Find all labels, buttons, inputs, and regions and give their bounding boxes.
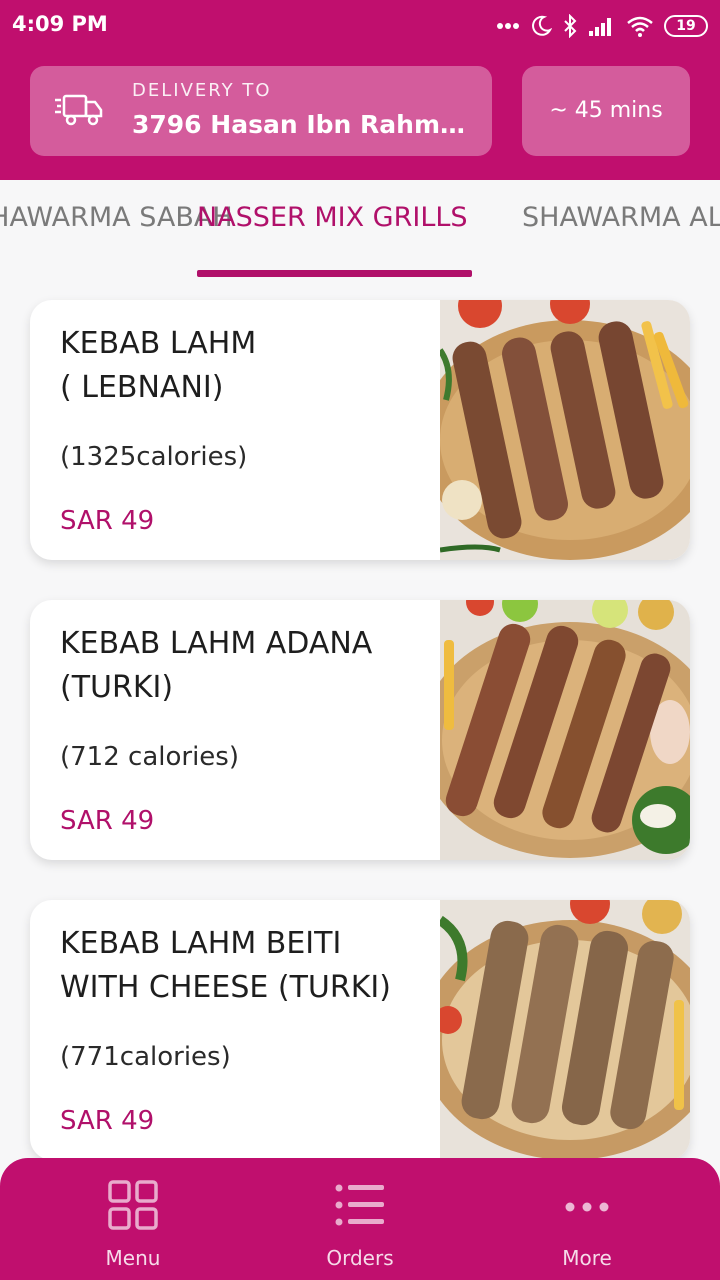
menu-item-price: SAR 49 [60,806,155,836]
menu-item-price: SAR 49 [60,506,155,536]
delivery-truck-icon [55,94,103,126]
delivery-address: 3796 Hasan Ibn Rahmah [132,110,472,139]
bluetooth-icon [564,14,577,38]
kebab-photo [440,600,690,860]
signal-icon [589,18,611,36]
menu-item-price: SAR 49 [60,1106,155,1136]
status-icons: 19 [496,12,708,40]
active-tab-indicator [197,270,472,277]
menu-item-card[interactable]: KEBAB LAHM ( LEBNANI) (1325calories) SAR… [30,300,690,560]
nav-menu[interactable]: Menu [13,1158,253,1280]
nav-label: Menu [105,1246,161,1270]
nav-label: Orders [326,1246,394,1270]
delivery-label: DELIVERY TO [132,80,272,101]
nav-more[interactable]: More [467,1158,707,1280]
menu-item-card[interactable]: KEBAB LAHM BEITI WITH CHEESE (TURKI) (77… [30,900,690,1160]
eta-badge: ~ 45 mins [522,66,690,156]
dots-icon [497,23,519,29]
menu-item-calories: (712 calories) [60,742,239,772]
kebab-photo [440,300,690,560]
menu-item-calories: (771calories) [60,1042,231,1072]
tab-nasser-mix-grills[interactable]: NASSER MIX GRILLS [197,202,468,233]
delivery-address-selector[interactable]: DELIVERY TO 3796 Hasan Ibn Rahmah [30,66,492,156]
more-dots-icon [565,1202,609,1212]
category-tabs: SHAWARMA SABAH NASSER MIX GRILLS SHAWARM… [0,180,720,280]
nav-orders[interactable]: Orders [240,1158,480,1280]
tab-shawarma-al[interactable]: SHAWARMA AL [522,202,720,233]
bottom-navigation: Menu Orders More [0,1158,720,1280]
menu-item-title: KEBAB LAHM BEITI WITH CHEESE (TURKI) [60,926,391,1005]
battery-indicator: 19 [664,15,708,37]
kebab-photo [440,900,690,1160]
moon-icon [532,15,552,36]
menu-item-title: KEBAB LAHM ( LEBNANI) [60,326,257,405]
menu-item-calories: (1325calories) [60,442,248,472]
menu-item-title: KEBAB LAHM ADANA (TURKI) [60,626,373,705]
status-bar: 4:09 PM 19 [0,0,720,52]
grid-icon [108,1180,158,1230]
menu-item-card[interactable]: KEBAB LAHM ADANA (TURKI) (712 calories) … [30,600,690,860]
wifi-icon [627,16,653,37]
app-header: 4:09 PM 19 DELIVERY TO 3796 Hasan Ibn Ra… [0,0,720,180]
nav-label: More [562,1246,612,1270]
list-icon [335,1184,384,1226]
status-time: 4:09 PM [12,12,108,36]
